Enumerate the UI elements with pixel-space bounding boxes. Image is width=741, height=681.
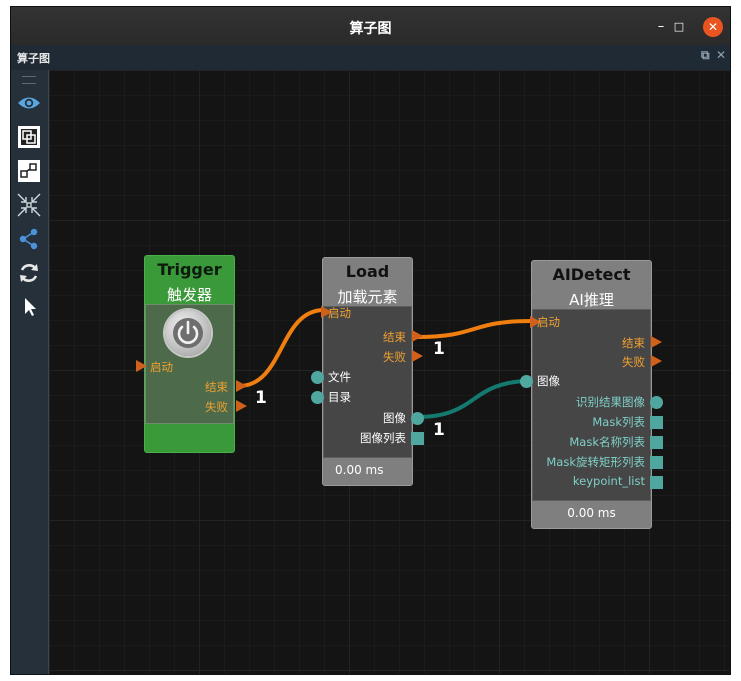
- trigger-node[interactable]: Trigger 触发器 启动 结束 失败: [136, 255, 247, 453]
- close-button[interactable]: ✕: [703, 17, 723, 37]
- port-label-image-list: 图像列表: [360, 431, 406, 445]
- port-label-start: 启动: [328, 306, 351, 320]
- output-port-fail[interactable]: [412, 350, 423, 362]
- operator-graph-window: 算子图 – □ ✕ 算子图 ⧉ ✕ 1 1 1 Trigger 触发器 启动 结…: [10, 6, 731, 675]
- share-nodes-icon[interactable]: [16, 226, 42, 252]
- node-subtitle: 加载元素: [337, 288, 398, 306]
- eye-icon[interactable]: [16, 90, 42, 116]
- window-title: 算子图: [349, 21, 392, 37]
- port-label-keypoint-list: keypoint_list: [572, 474, 645, 488]
- port-label-finish: 结束: [205, 380, 228, 394]
- port-label-fail: 失败: [205, 400, 228, 414]
- minimize-button[interactable]: –: [651, 17, 671, 37]
- window-titlebar[interactable]: 算子图 – □ ✕: [11, 7, 730, 45]
- output-port-image[interactable]: [411, 412, 424, 425]
- pointer-icon[interactable]: [16, 294, 42, 320]
- refresh-icon[interactable]: [16, 260, 42, 286]
- close-panel-icon[interactable]: ✕: [716, 48, 726, 62]
- maximize-button[interactable]: □: [669, 17, 689, 37]
- node-subtitle: 触发器: [166, 286, 212, 304]
- port-label-mask-list: Mask列表: [592, 415, 645, 429]
- node-title: Trigger: [157, 260, 222, 279]
- panel-header: 算子图 ⧉ ✕: [11, 45, 730, 71]
- input-port-file[interactable]: [311, 371, 324, 384]
- output-port-mask-rotated-rect-list[interactable]: [650, 456, 663, 469]
- port-label-mask-name-list: Mask名称列表: [569, 435, 645, 449]
- collapse-icon[interactable]: [16, 192, 42, 218]
- port-label-finish: 结束: [383, 330, 406, 344]
- node-title: AIDetect: [552, 265, 631, 284]
- input-port-start[interactable]: [136, 360, 147, 372]
- port-label-finish: 结束: [622, 336, 645, 350]
- panel-title: 算子图: [17, 52, 50, 65]
- node-timing: 0.00 ms: [567, 506, 616, 520]
- output-port-fail[interactable]: [651, 355, 662, 367]
- port-label-image: 图像: [383, 411, 406, 425]
- output-port-fail[interactable]: [236, 400, 247, 412]
- port-label-directory: 目录: [328, 390, 351, 404]
- input-port-image[interactable]: [520, 375, 533, 388]
- output-port-mask-list[interactable]: [650, 416, 663, 429]
- link-count-label: 1: [433, 339, 445, 359]
- port-label-file: 文件: [328, 370, 351, 384]
- node-timing: 0.00 ms: [335, 463, 384, 477]
- port-label-fail: 失败: [383, 350, 406, 364]
- link-load-image-to-aidetect-image[interactable]: [416, 379, 532, 419]
- output-port-result-image[interactable]: [650, 396, 663, 409]
- connect-nodes-icon[interactable]: [16, 158, 42, 184]
- output-port-mask-name-list[interactable]: [650, 436, 663, 449]
- port-label-fail: 失败: [622, 355, 645, 369]
- port-label-result-image: 识别结果图像: [576, 395, 645, 409]
- output-port-keypoint-list[interactable]: [650, 476, 663, 489]
- output-port-finish[interactable]: [651, 336, 662, 348]
- link-count-label: 1: [255, 388, 267, 408]
- node-subtitle: AI推理: [569, 291, 614, 309]
- output-port-finish[interactable]: [236, 380, 247, 392]
- port-label-mask-rotated-rect-list: Mask旋转矩形列表: [546, 455, 645, 469]
- port-label-start: 启动: [537, 315, 560, 329]
- output-port-image-list[interactable]: [411, 432, 424, 445]
- graph-canvas[interactable]: 1 1 1 Trigger 触发器 启动 结束 失败 Load 加载元素 启动 …: [49, 70, 730, 674]
- link-count-label: 1: [433, 420, 445, 440]
- graph-toolbar: [11, 70, 49, 674]
- output-port-finish[interactable]: [412, 330, 423, 342]
- float-panel-icon[interactable]: ⧉: [701, 48, 710, 63]
- link-load-to-aidetect[interactable]: [416, 319, 532, 339]
- input-port-directory[interactable]: [311, 391, 324, 404]
- aidetect-node[interactable]: AIDetect AI推理 启动 结束 失败 图像 识别结果图像 Mask列表 …: [520, 260, 663, 529]
- toolbar-grip[interactable]: [22, 76, 36, 84]
- port-label-image: 图像: [537, 374, 560, 388]
- frame-icon[interactable]: [16, 124, 42, 150]
- port-label-start: 启动: [150, 360, 173, 374]
- load-node[interactable]: Load 加载元素 启动 结束 失败 文件 目录 图像 图像列表 0.00 ms: [311, 257, 424, 486]
- node-title: Load: [345, 262, 390, 281]
- power-icon: [173, 318, 203, 348]
- power-button[interactable]: [165, 310, 211, 356]
